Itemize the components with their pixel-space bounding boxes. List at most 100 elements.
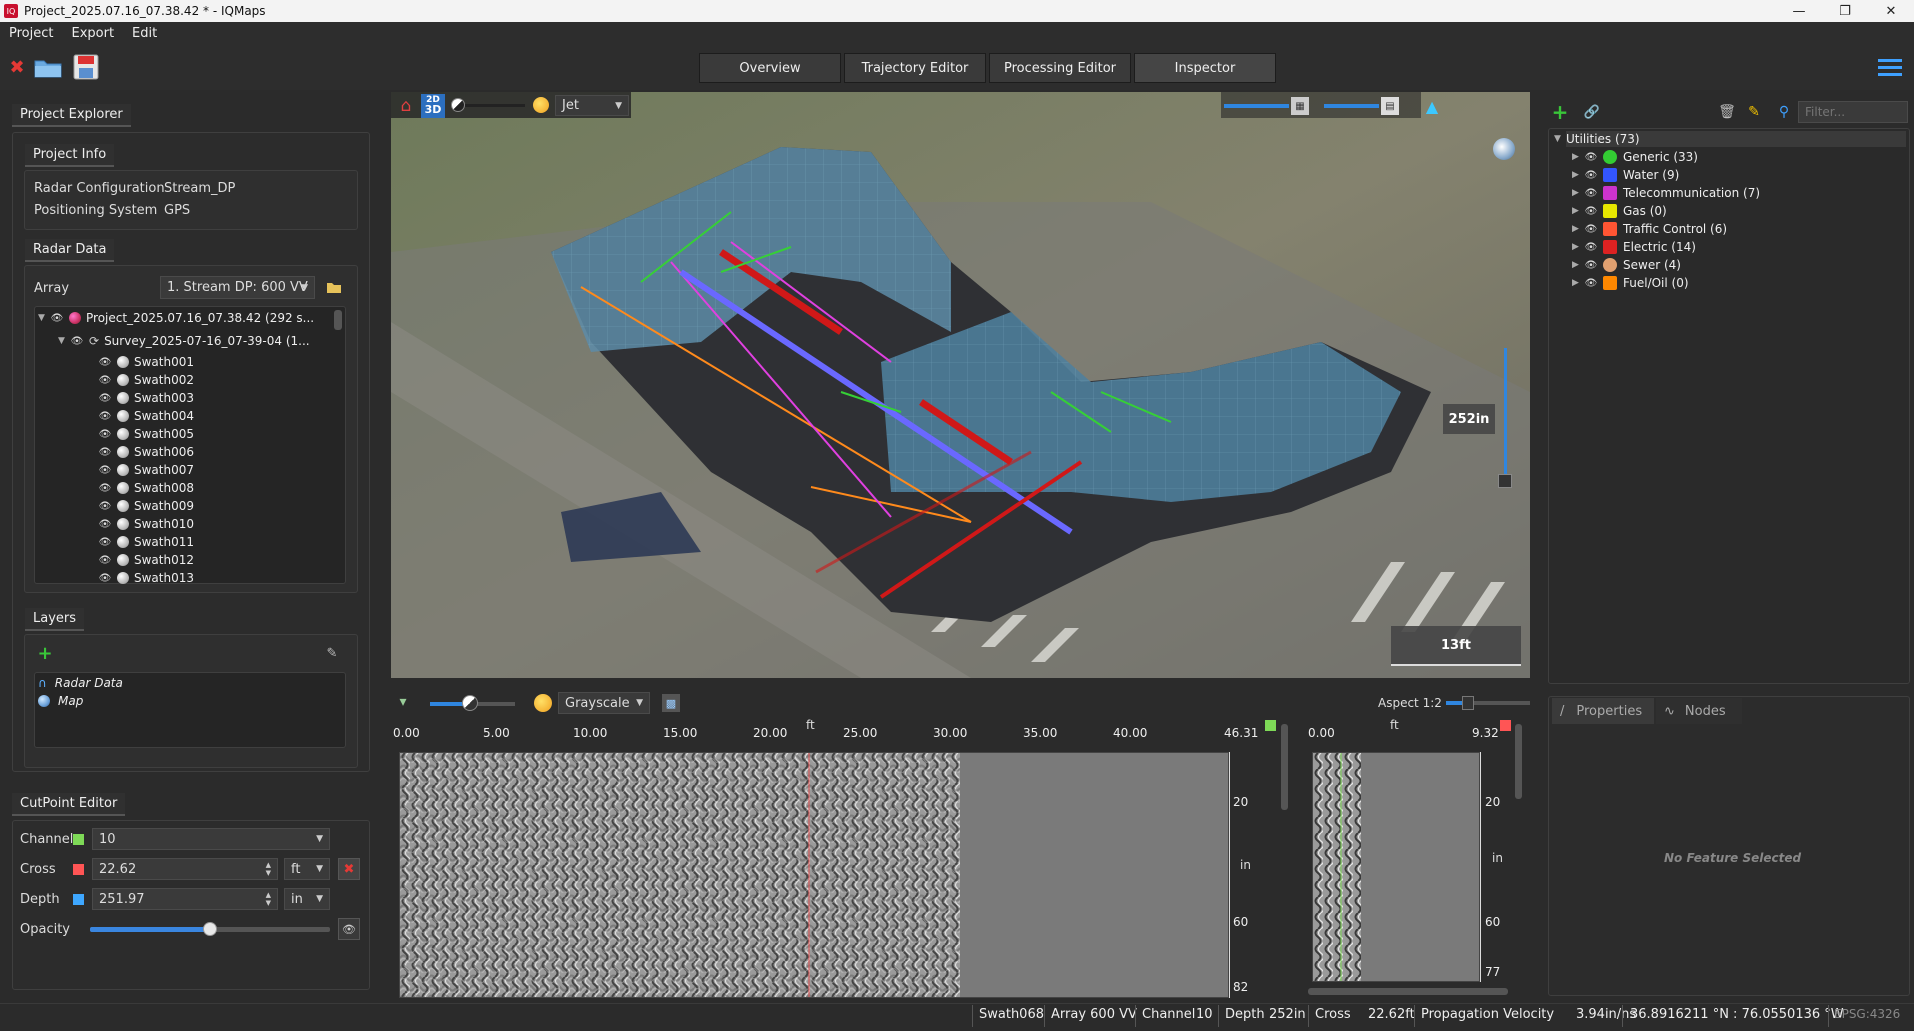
tab-processing-editor[interactable]: Processing Editor (989, 53, 1131, 83)
tab-overview[interactable]: Overview (699, 53, 841, 83)
radargram-icon[interactable]: ▤ (1381, 97, 1399, 115)
eye-icon[interactable]: 👁 (1584, 260, 1598, 271)
swath-item[interactable]: 👁 Swath010 (98, 515, 194, 533)
link-icon[interactable]: 🔗 (1583, 103, 1601, 121)
cross-unit-select[interactable]: ft ▼ (284, 858, 330, 880)
maximize-button[interactable]: ❐ (1822, 0, 1868, 22)
eye-icon[interactable]: 👁 (98, 519, 112, 530)
utility-item[interactable]: ▶ 👁 Telecommunication (7) (1572, 184, 1760, 202)
eye-icon[interactable]: 👁 (1584, 152, 1598, 163)
channel-select[interactable]: 10 ▼ (92, 828, 330, 850)
layer-map[interactable]: Map (38, 692, 83, 710)
utility-item[interactable]: ▶ 👁 Electric (14) (1572, 238, 1696, 256)
palette-icon[interactable] (533, 97, 549, 113)
spinner-icon[interactable]: ▲ ▼ (266, 861, 271, 877)
filter-input[interactable] (1798, 101, 1908, 123)
side-vscrollbar[interactable] (1515, 724, 1522, 799)
eye-icon[interactable]: 👁 (98, 537, 112, 548)
3d-viewport[interactable]: ⌂ 2D 3D Jet ▼ ▦ ▤ ▲ 252in 13ft (391, 92, 1530, 678)
swath-item[interactable]: 👁 Swath006 (98, 443, 194, 461)
utilities-root[interactable]: ▼ Utilities (73) (1554, 130, 1640, 148)
contrast-icon[interactable] (451, 98, 465, 112)
tab-trajectory-editor[interactable]: Trajectory Editor (844, 53, 986, 83)
menu-export[interactable]: Export (62, 26, 123, 41)
radargram-colormap-select[interactable]: Grayscale ▼ (558, 692, 650, 714)
eye-icon[interactable]: 👁 (98, 465, 112, 476)
swath-item[interactable]: 👁 Swath008 (98, 479, 194, 497)
depth-slider-track[interactable] (1504, 348, 1507, 478)
eye-icon[interactable]: 👁 (98, 501, 112, 512)
eye-icon[interactable]: 👁 (98, 483, 112, 494)
depth-slider-handle[interactable] (1498, 474, 1512, 488)
clean-icon[interactable]: ✎ (1745, 103, 1763, 121)
menu-edit[interactable]: Edit (123, 26, 166, 41)
aspect-slider-track[interactable] (1446, 701, 1530, 705)
swath-item[interactable]: 👁 Swath011 (98, 533, 194, 551)
swath-item[interactable]: 👁 Swath012 (98, 551, 194, 569)
contrast-slider[interactable] (465, 104, 525, 107)
eye-icon[interactable]: 👁 (50, 313, 64, 324)
depth-input[interactable]: 251.97 ▲ ▼ (92, 888, 278, 910)
spinner-icon[interactable]: ▲ ▼ (266, 891, 271, 907)
side-radargram-view[interactable] (1312, 752, 1480, 982)
add-layer-icon[interactable]: + (37, 643, 53, 664)
open-folder-icon[interactable] (33, 55, 63, 79)
2d-3d-toggle[interactable]: 2D 3D (421, 94, 445, 118)
swath-item[interactable]: 👁 Swath003 (98, 389, 194, 407)
swath-item[interactable]: 👁 Swath004 (98, 407, 194, 425)
eye-icon[interactable]: 👁 (98, 375, 112, 386)
palette-icon[interactable] (534, 694, 552, 712)
eye-icon[interactable]: 👁 (338, 918, 360, 940)
open-array-folder-icon[interactable] (325, 278, 343, 296)
edit-layer-icon[interactable]: ✎ (324, 645, 340, 661)
tree-scrollbar[interactable] (334, 310, 342, 330)
eye-icon[interactable]: 👁 (1584, 242, 1598, 253)
3d-scene[interactable] (391, 92, 1530, 678)
search-icon[interactable]: ⚲ (1775, 103, 1793, 121)
eye-icon[interactable]: 👁 (1584, 206, 1598, 217)
compass-globe-icon[interactable] (1493, 138, 1515, 160)
eye-icon[interactable]: 👁 (98, 429, 112, 440)
project-explorer-title[interactable]: Project Explorer (12, 104, 131, 127)
eye-icon[interactable]: 👁 (1584, 188, 1598, 199)
tree-project-node[interactable]: ▼ 👁 Project_2025.07.16_07.38.42 (292 s... (38, 309, 314, 327)
swath-item[interactable]: 👁 Swath013 (98, 569, 194, 587)
eye-icon[interactable]: 👁 (98, 393, 112, 404)
utility-item[interactable]: ▶ 👁 Water (9) (1572, 166, 1679, 184)
cross-input[interactable]: 22.62 ▲ ▼ (92, 858, 278, 880)
export-image-icon[interactable]: ▩ (662, 694, 680, 712)
depth-unit-select[interactable]: in ▼ (284, 888, 330, 910)
tab-inspector[interactable]: Inspector (1134, 53, 1276, 83)
tab-nodes[interactable]: ∿ Nodes (1656, 698, 1742, 724)
close-button[interactable]: ✕ (1868, 0, 1914, 22)
utility-item[interactable]: ▶ 👁 Sewer (4) (1572, 256, 1681, 274)
hamburger-menu-icon[interactable] (1877, 56, 1903, 80)
map-icon[interactable]: ▦ (1291, 97, 1309, 115)
layer-radar-data[interactable]: ∩ Radar Data (38, 674, 123, 692)
minimize-button[interactable]: — (1776, 0, 1822, 22)
eye-icon[interactable]: 👁 (1584, 278, 1598, 289)
filter-icon[interactable]: ▾ (394, 693, 412, 711)
tab-properties[interactable]: / Properties (1552, 698, 1654, 724)
colormap-select[interactable]: Jet ▼ (555, 95, 629, 116)
delete-icon[interactable]: 🗑 (1718, 103, 1736, 121)
eye-icon[interactable]: 👁 (98, 357, 112, 368)
swath-item[interactable]: 👁 Swath002 (98, 371, 194, 389)
close-project-icon[interactable]: ✖ (8, 57, 26, 78)
tree-survey-node[interactable]: ▼ 👁 ⟳ Survey_2025-07-16_07-39-04 (1... (58, 332, 310, 350)
radargram-vscrollbar[interactable] (1281, 724, 1288, 810)
eye-icon[interactable]: 👁 (98, 411, 112, 422)
side-hscrollbar[interactable] (1308, 988, 1508, 995)
aspect-slider-handle[interactable] (1462, 696, 1474, 710)
home-icon[interactable]: ⌂ (395, 96, 417, 116)
menu-project[interactable]: Project (0, 26, 62, 41)
array-select[interactable]: 1. Stream DP: 600 VV ▼ (160, 276, 315, 299)
save-icon[interactable] (72, 53, 102, 81)
radargram-view[interactable] (399, 752, 1229, 998)
utility-item[interactable]: ▶ 👁 Generic (33) (1572, 148, 1698, 166)
swath-item[interactable]: 👁 Swath009 (98, 497, 194, 515)
swath-item[interactable]: 👁 Swath001 (98, 353, 194, 371)
add-utility-icon[interactable]: + (1551, 100, 1569, 124)
swath-item[interactable]: 👁 Swath007 (98, 461, 194, 479)
grid-plane-icon[interactable]: ▲ (1417, 96, 1447, 116)
